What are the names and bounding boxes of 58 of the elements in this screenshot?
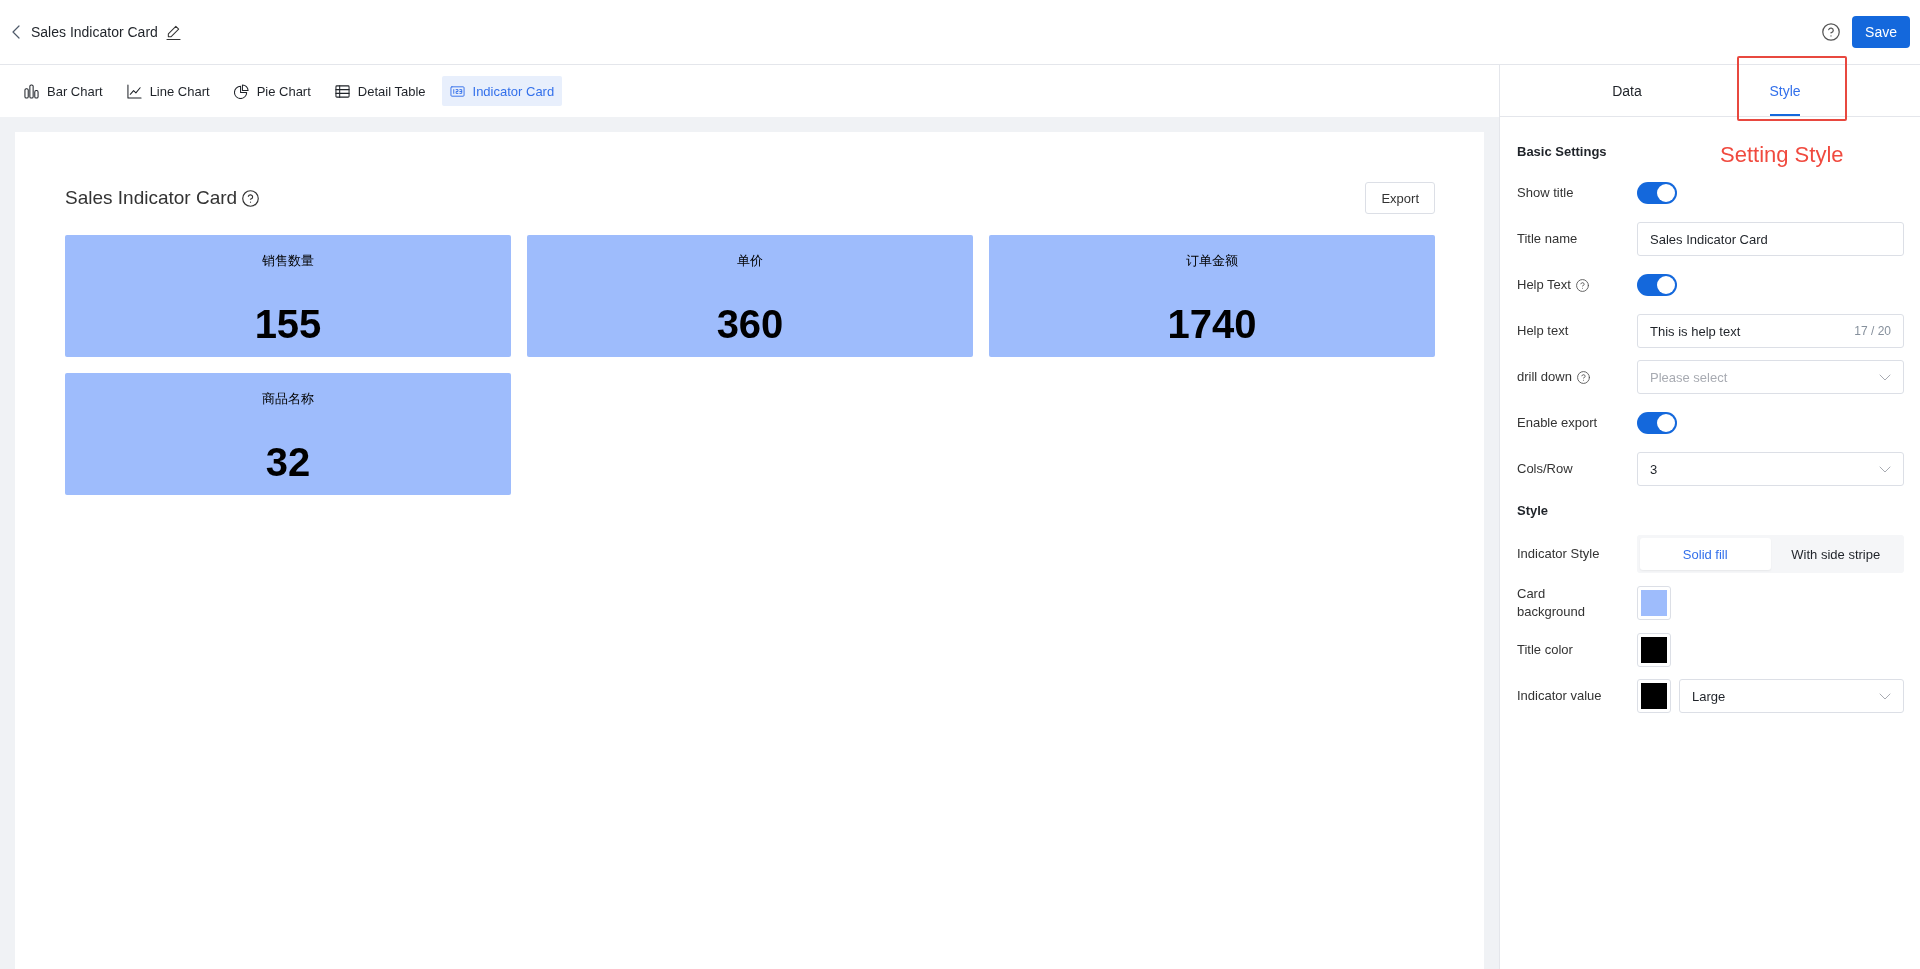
chart-type-tab[interactable]: Pie Chart <box>225 76 319 106</box>
field-label: Card background <box>1517 585 1586 621</box>
indicator-label: 商品名称 <box>262 390 314 408</box>
chevron-left-icon <box>12 25 20 39</box>
save-button[interactable]: Save <box>1852 16 1910 48</box>
indicator-value: 32 <box>265 439 311 486</box>
segment-option[interactable]: With side stripe <box>1770 538 1901 570</box>
field-label: Indicator Style <box>1517 545 1600 563</box>
panel-tab[interactable]: Style <box>1706 65 1864 116</box>
indicator-value: 1740 <box>1167 301 1257 348</box>
select-field[interactable]: Large <box>1679 679 1904 713</box>
help-button[interactable] <box>1822 23 1841 41</box>
indicator-label: 销售数量 <box>262 252 314 270</box>
text-field[interactable]: This is help text 17 / 20 <box>1637 314 1904 348</box>
select-field[interactable]: 3 <box>1637 452 1904 486</box>
chart-title: Sales Indicator Card <box>65 187 238 209</box>
indicator-value: 155 <box>254 301 322 348</box>
segment-option[interactable]: Solid fill <box>1640 538 1771 570</box>
text-field[interactable]: Sales Indicator Card <box>1637 222 1904 256</box>
export-button[interactable]: Export <box>1365 182 1435 214</box>
field-label: Help Text <box>1517 276 1571 294</box>
panel-tab[interactable]: Data <box>1548 65 1706 116</box>
chart-type-tab[interactable]: Bar Chart <box>16 76 111 106</box>
chevron-down-icon <box>1879 465 1891 473</box>
character-count: 17 / 20 <box>1854 324 1891 338</box>
chart-type-tab[interactable]: Detail Table <box>326 76 434 106</box>
field-label: Show title <box>1517 184 1574 202</box>
page-title: Sales Indicator Card <box>31 24 158 40</box>
field-label: Indicator value <box>1517 687 1602 705</box>
field-label: Enable export <box>1517 414 1598 432</box>
indicator-value: 360 <box>716 301 784 348</box>
bar-chart-icon <box>24 83 39 99</box>
line-chart-icon <box>126 83 142 99</box>
indicator-card-icon <box>449 83 465 99</box>
field-label: Title name <box>1517 230 1578 248</box>
toggle-switch[interactable] <box>1637 182 1677 204</box>
indicator-label: 订单金额 <box>1186 252 1238 270</box>
toggle-switch[interactable] <box>1637 412 1677 434</box>
edit-button[interactable] <box>165 24 181 40</box>
pencil-icon <box>165 24 181 40</box>
field-label: Title color <box>1517 641 1573 659</box>
chart-type-tab[interactable]: Line Chart <box>118 76 218 106</box>
field-label: drill down <box>1517 368 1572 386</box>
annotation-label: Setting Style <box>1720 142 1844 168</box>
chevron-down-icon <box>1879 373 1891 381</box>
section-title: Style <box>1517 502 1549 520</box>
back-button[interactable] <box>12 25 20 39</box>
help-icon <box>1822 23 1841 41</box>
help-icon <box>242 189 260 207</box>
field-label: Help text <box>1517 322 1569 340</box>
section-title: Basic Settings <box>1517 143 1607 161</box>
field-label: Cols/Row <box>1517 460 1573 478</box>
chart-type-tab[interactable]: Indicator Card <box>441 76 563 106</box>
chevron-down-icon <box>1879 692 1891 700</box>
table-icon <box>334 83 350 99</box>
toggle-switch[interactable] <box>1637 274 1677 296</box>
indicator-label: 单价 <box>737 252 763 270</box>
pie-chart-icon <box>233 83 249 99</box>
